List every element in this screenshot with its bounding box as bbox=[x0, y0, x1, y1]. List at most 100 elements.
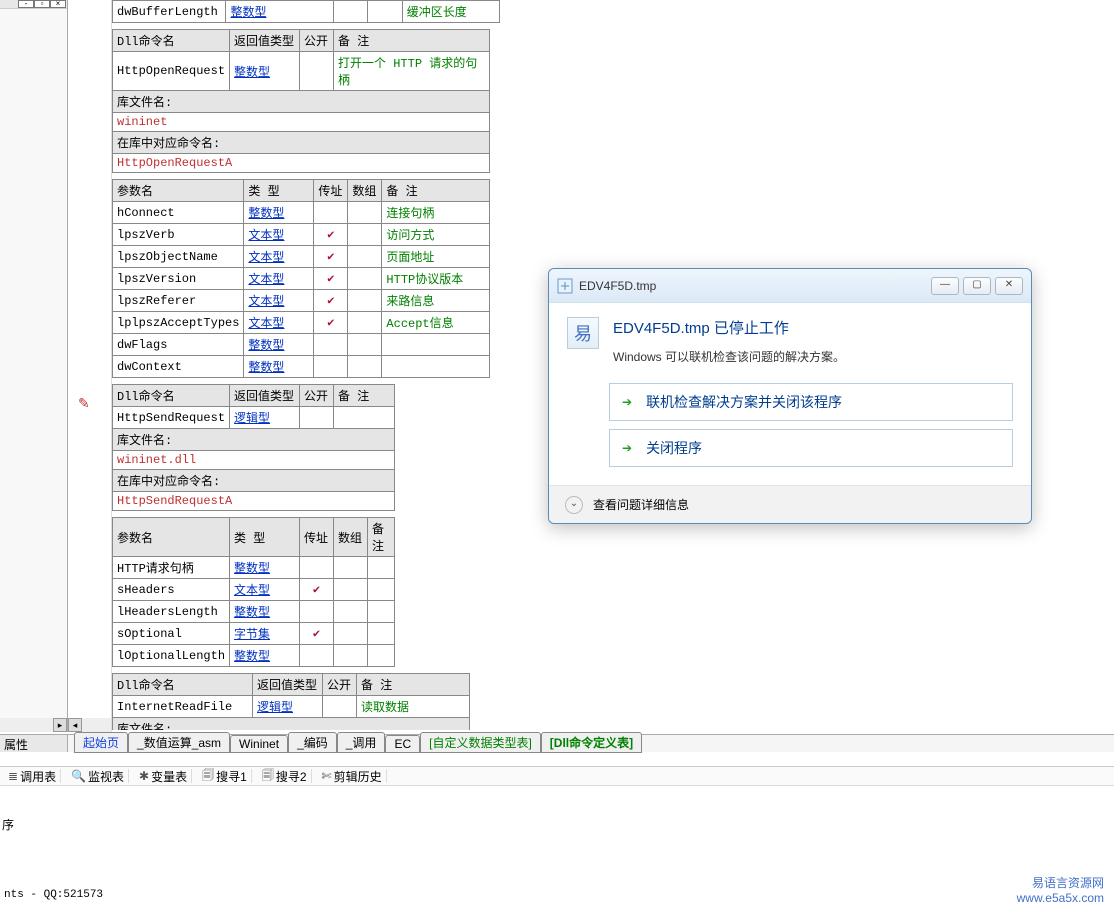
tab-调用[interactable]: _调用 bbox=[337, 732, 386, 753]
param-type[interactable]: 整数型 bbox=[244, 334, 314, 356]
dll-pub[interactable] bbox=[300, 407, 334, 429]
dll-pub[interactable] bbox=[300, 52, 334, 91]
param-remark[interactable]: 缓冲区长度 bbox=[402, 1, 499, 23]
param-addr[interactable]: ✔ bbox=[314, 312, 348, 334]
param-remark[interactable] bbox=[368, 623, 395, 645]
param-remark[interactable] bbox=[382, 356, 490, 378]
param-type[interactable]: 整数型 bbox=[230, 645, 300, 667]
dll-remark[interactable] bbox=[334, 407, 395, 429]
tab-wininet[interactable]: Wininet bbox=[230, 735, 288, 753]
param-arr[interactable] bbox=[368, 1, 402, 23]
param-arr[interactable] bbox=[334, 645, 368, 667]
param-remark[interactable]: 来路信息 bbox=[382, 290, 490, 312]
panel-minimize-button[interactable]: - bbox=[18, 0, 34, 8]
param-arr[interactable] bbox=[348, 334, 382, 356]
tab-起始页[interactable]: 起始页 bbox=[74, 732, 128, 753]
tab-dll命令定义表[interactable]: [Dll命令定义表] bbox=[541, 732, 642, 753]
param-arr[interactable] bbox=[334, 601, 368, 623]
alias-value[interactable]: HttpSendRequestA bbox=[113, 492, 395, 511]
param-arr[interactable] bbox=[334, 557, 368, 579]
tab-ec[interactable]: EC bbox=[385, 735, 420, 753]
param-addr[interactable]: ✔ bbox=[300, 579, 334, 601]
tab-编码[interactable]: _编码 bbox=[288, 732, 337, 753]
param-arr[interactable] bbox=[348, 290, 382, 312]
param-addr[interactable] bbox=[300, 645, 334, 667]
param-type[interactable]: 整数型 bbox=[230, 557, 300, 579]
lib-value[interactable]: wininet bbox=[113, 113, 490, 132]
gutter-hscroll[interactable]: ◂ bbox=[68, 718, 111, 732]
param-addr[interactable]: ✔ bbox=[314, 268, 348, 290]
param-name[interactable]: sHeaders bbox=[113, 579, 230, 601]
dialog-minimize-button[interactable]: — bbox=[931, 277, 959, 295]
param-remark[interactable] bbox=[368, 557, 395, 579]
lib-value[interactable]: wininet.dll bbox=[113, 451, 395, 470]
param-arr[interactable] bbox=[348, 312, 382, 334]
dll-name[interactable]: InternetReadFile bbox=[113, 696, 253, 718]
view-details-link[interactable]: 查看问题详细信息 bbox=[593, 496, 689, 513]
param-name[interactable]: HTTP请求句柄 bbox=[113, 557, 230, 579]
dll-ret[interactable]: 逻辑型 bbox=[230, 407, 300, 429]
param-name[interactable]: lpszReferer bbox=[113, 290, 244, 312]
alias-value[interactable]: HttpOpenRequestA bbox=[113, 154, 490, 173]
param-remark[interactable] bbox=[368, 579, 395, 601]
param-arr[interactable] bbox=[348, 246, 382, 268]
panel-hscroll[interactable]: ▸ bbox=[0, 718, 67, 732]
param-addr[interactable]: ✔ bbox=[314, 290, 348, 312]
panel-close-button[interactable]: × bbox=[50, 0, 66, 8]
param-remark[interactable]: HTTP协议版本 bbox=[382, 268, 490, 290]
tab-数值运算asm[interactable]: _数值运算_asm bbox=[128, 732, 230, 753]
toolbar-监视表[interactable]: 🔍监视表 bbox=[67, 769, 129, 783]
param-addr[interactable] bbox=[314, 202, 348, 224]
param-type[interactable]: 整数型 bbox=[244, 356, 314, 378]
param-name[interactable]: dwBufferLength bbox=[113, 1, 226, 23]
param-name[interactable]: dwFlags bbox=[113, 334, 244, 356]
param-type[interactable]: 整数型 bbox=[230, 601, 300, 623]
toolbar-搜寻1[interactable]: 🗐搜寻1 bbox=[198, 769, 252, 783]
param-name[interactable]: lHeadersLength bbox=[113, 601, 230, 623]
option-check-online[interactable]: ➔ 联机检查解决方案并关闭该程序 bbox=[609, 383, 1013, 421]
dll-ret[interactable]: 整数型 bbox=[230, 52, 300, 91]
param-remark[interactable]: Accept信息 bbox=[382, 312, 490, 334]
param-remark[interactable]: 连接句柄 bbox=[382, 202, 490, 224]
param-addr[interactable] bbox=[314, 356, 348, 378]
param-addr[interactable] bbox=[300, 557, 334, 579]
param-addr[interactable]: ✔ bbox=[314, 246, 348, 268]
param-arr[interactable] bbox=[334, 579, 368, 601]
dll-pub[interactable] bbox=[323, 696, 357, 718]
param-name[interactable]: dwContext bbox=[113, 356, 244, 378]
param-arr[interactable] bbox=[348, 356, 382, 378]
toolbar-变量表[interactable]: ✱变量表 bbox=[135, 769, 192, 783]
dll-remark[interactable]: 读取数据 bbox=[357, 696, 470, 718]
param-type[interactable]: 文本型 bbox=[230, 579, 300, 601]
param-remark[interactable]: 页面地址 bbox=[382, 246, 490, 268]
param-name[interactable]: sOptional bbox=[113, 623, 230, 645]
param-arr[interactable] bbox=[348, 202, 382, 224]
param-addr[interactable] bbox=[314, 334, 348, 356]
param-type[interactable]: 整数型 bbox=[244, 202, 314, 224]
param-addr[interactable]: ✔ bbox=[300, 623, 334, 645]
dialog-titlebar[interactable]: EDV4F5D.tmp — ▢ ✕ bbox=[549, 269, 1031, 303]
param-type[interactable]: 字节集 bbox=[230, 623, 300, 645]
param-remark[interactable]: 访问方式 bbox=[382, 224, 490, 246]
param-name[interactable]: lpszVerb bbox=[113, 224, 244, 246]
dialog-close-button[interactable]: ✕ bbox=[995, 277, 1023, 295]
toolbar-剪辑历史[interactable]: ✄剪辑历史 bbox=[318, 769, 387, 783]
param-type[interactable]: 文本型 bbox=[244, 312, 314, 334]
properties-label[interactable]: 属性 bbox=[0, 735, 68, 752]
dll-name[interactable]: HttpSendRequest bbox=[113, 407, 230, 429]
param-arr[interactable] bbox=[348, 268, 382, 290]
param-name[interactable]: lpszObjectName bbox=[113, 246, 244, 268]
param-type[interactable]: 文本型 bbox=[244, 246, 314, 268]
param-addr[interactable]: ✔ bbox=[314, 224, 348, 246]
param-type[interactable]: 文本型 bbox=[244, 268, 314, 290]
param-name[interactable]: hConnect bbox=[113, 202, 244, 224]
dll-name[interactable]: HttpOpenRequest bbox=[113, 52, 230, 91]
param-remark[interactable] bbox=[382, 334, 490, 356]
param-arr[interactable] bbox=[334, 623, 368, 645]
param-name[interactable]: lOptionalLength bbox=[113, 645, 230, 667]
param-name[interactable]: lpszVersion bbox=[113, 268, 244, 290]
option-close-program[interactable]: ➔ 关闭程序 bbox=[609, 429, 1013, 467]
param-addr[interactable] bbox=[333, 1, 367, 23]
tab-自定义数据类型表[interactable]: [自定义数据类型表] bbox=[420, 732, 541, 753]
chevron-down-icon[interactable]: ⌄ bbox=[565, 496, 583, 514]
